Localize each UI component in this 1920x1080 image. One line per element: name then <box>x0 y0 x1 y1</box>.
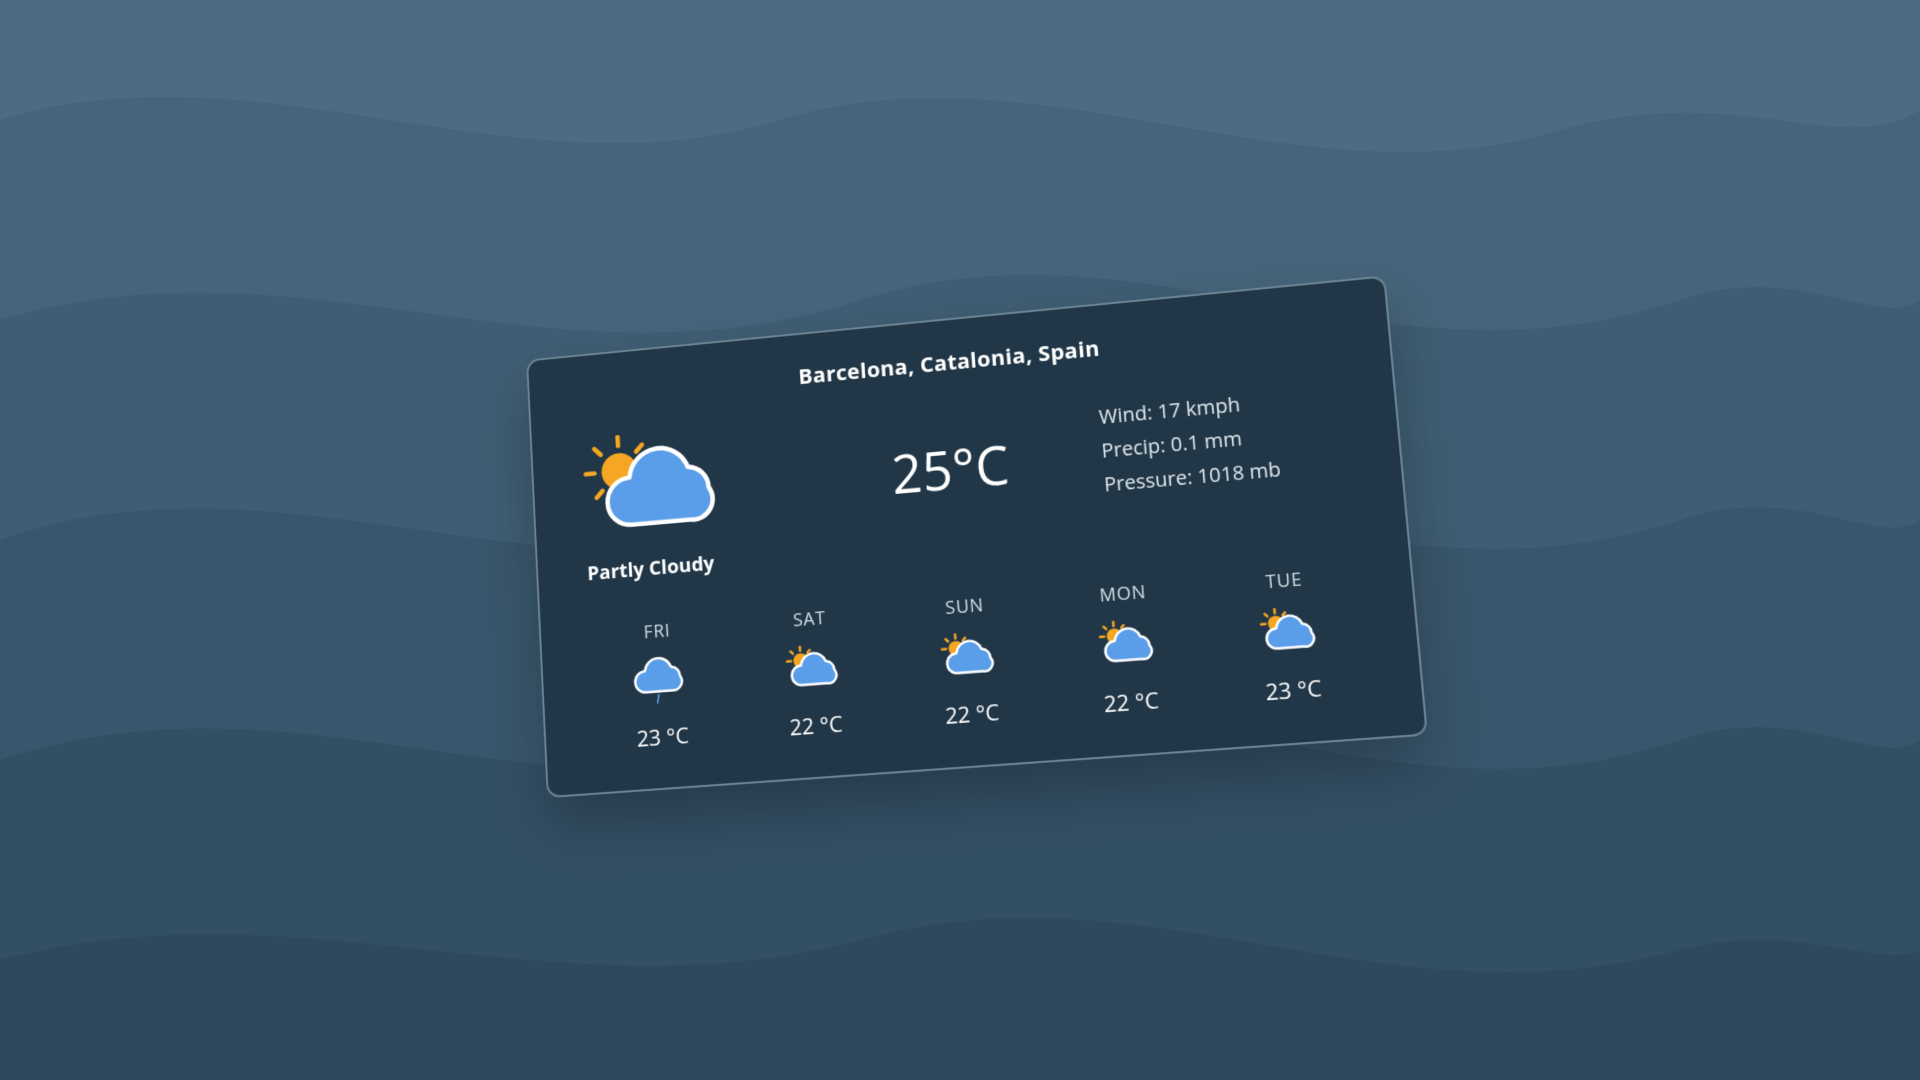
forecast-day[interactable]: FRI 23 °C <box>590 614 731 757</box>
partly-cloudy-icon <box>779 642 847 699</box>
forecast-day[interactable]: MON 22 °C <box>1051 575 1204 722</box>
forecast-day-label: MON <box>1099 579 1148 607</box>
cloud-rain-icon <box>627 654 693 710</box>
partly-cloudy-icon <box>1091 617 1162 675</box>
forecast-day-temp: 22 °C <box>1103 684 1160 719</box>
current-temperature: 25°C <box>807 391 1095 516</box>
forecast-day[interactable]: SAT 22 °C <box>741 601 886 745</box>
weather-card: Barcelona, Catalonia, Spain <box>526 275 1428 798</box>
forecast-day-label: SUN <box>944 593 984 620</box>
current-details: Wind: 17 kmph Precip: 0.1 mm Pressure: 1… <box>1097 367 1350 501</box>
forecast-day-temp: 22 °C <box>944 696 1000 730</box>
forecast-day-label: TUE <box>1265 567 1304 594</box>
partly-cloudy-icon <box>579 425 727 554</box>
forecast-day-label: FRI <box>643 618 671 644</box>
forecast-row: FRI 23 °C SAT <box>582 562 1376 757</box>
forecast-day[interactable]: SUN 22 °C <box>895 588 1044 733</box>
forecast-day-label: SAT <box>792 605 826 631</box>
partly-cloudy-icon <box>1252 604 1325 662</box>
forecast-day-temp: 23 °C <box>636 720 690 754</box>
forecast-day[interactable]: TUE 23 °C <box>1211 562 1368 710</box>
current-condition-block: Partly Cloudy <box>579 418 807 586</box>
partly-cloudy-icon <box>934 630 1003 687</box>
forecast-day-temp: 23 °C <box>1264 672 1323 707</box>
forecast-day-temp: 22 °C <box>789 708 844 742</box>
